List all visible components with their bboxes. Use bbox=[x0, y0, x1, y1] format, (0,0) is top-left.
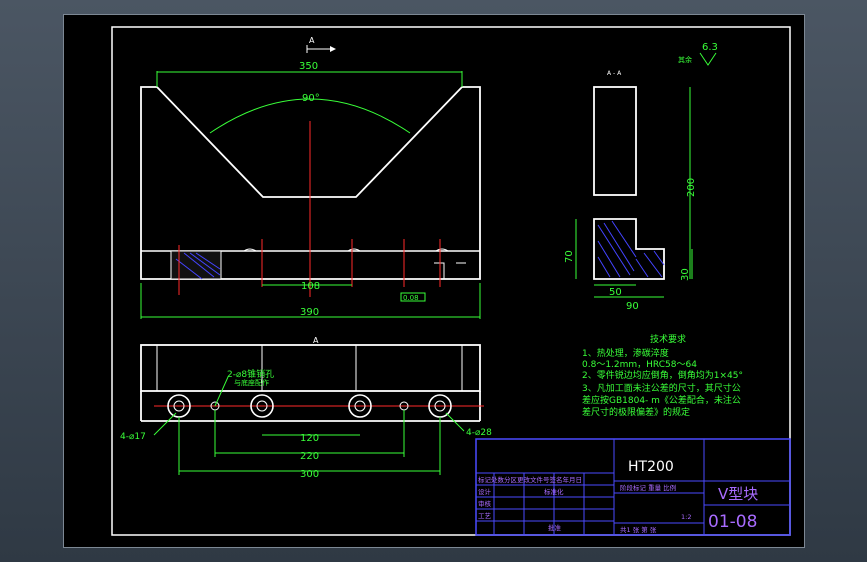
top-view-outline bbox=[140, 344, 481, 392]
tech-line: 2、零件锐边均应倒角，倒角均为1×45° bbox=[582, 369, 743, 381]
section-view-label: A - A bbox=[607, 70, 622, 77]
part-name: V型块 bbox=[718, 485, 758, 503]
tech-line: 差尺寸的极限偏差》的规定 bbox=[582, 406, 690, 418]
section-profile bbox=[593, 218, 665, 280]
top-view: A 2-⌀8锥销孔 与底座配作 4-⌀17 4-⌀28 120 220 300 bbox=[120, 336, 492, 480]
material: HT200 bbox=[628, 459, 674, 475]
hole-label-17: 4-⌀17 bbox=[120, 432, 146, 442]
drawing-sheet: A 350 90° 108 0.08 390 A - A 200 70 30 5 bbox=[111, 26, 791, 536]
dim-section-height: 200 bbox=[686, 178, 697, 197]
section-mark-bottom: A bbox=[313, 336, 319, 345]
roughness-value: 6.3 bbox=[702, 42, 718, 53]
title-block: HT200 V型块 01-08 1:2 标记处数分区更改文件号签名年月日 设计 … bbox=[475, 438, 791, 536]
dim-300: 300 bbox=[300, 469, 319, 480]
tech-line: 0.8～1.2mm，HRC58～64 bbox=[582, 360, 697, 370]
dim-section-50: 50 bbox=[609, 287, 622, 298]
dim-section-foot: 30 bbox=[680, 268, 691, 281]
section-view: A - A 200 70 30 50 90 bbox=[564, 70, 697, 312]
dim-section-90: 90 bbox=[626, 301, 639, 312]
tb-header: 标记处数分区更改文件号签名年月日 bbox=[478, 475, 582, 484]
dim-top-width: 350 bbox=[299, 61, 318, 72]
tech-line: 差应按GB1804- m《公差配合，未注公 bbox=[582, 394, 741, 406]
scale: 1:2 bbox=[681, 513, 691, 521]
dim-slot: 108 bbox=[301, 281, 320, 292]
tb-process: 工艺 bbox=[478, 512, 492, 520]
dim-section-lower: 70 bbox=[564, 250, 575, 263]
drawing-number: 01-08 bbox=[708, 512, 757, 532]
hole-label-28: 4-⌀28 bbox=[466, 428, 492, 438]
tb-sheet: 共1 张 第 张 bbox=[620, 525, 657, 534]
section-mark-top: A bbox=[309, 36, 315, 45]
dim-overall: 390 bbox=[300, 307, 319, 318]
dim-120: 120 bbox=[300, 433, 319, 444]
front-view: A 350 90° 108 0.08 390 bbox=[140, 36, 481, 319]
tech-line: 1、热处理，渗碳淬度 bbox=[582, 347, 669, 359]
tb-stage: 阶段标记 重量 比例 bbox=[620, 483, 676, 492]
tech-heading: 技术要求 bbox=[650, 333, 686, 345]
hole-label-note: 与底座配作 bbox=[234, 378, 269, 387]
tech-line: 3、凡加工面未注公差的尺寸，其尺寸公 bbox=[582, 382, 741, 394]
dim-angle: 90° bbox=[302, 93, 320, 104]
roughness-prefix: 其余 bbox=[678, 55, 692, 64]
flatness-tolerance: 0.08 bbox=[403, 294, 419, 302]
tb-design: 设计 bbox=[478, 487, 492, 496]
tb-approve: 批准 bbox=[548, 523, 562, 532]
cad-viewport[interactable]: A 350 90° 108 0.08 390 A - A 200 70 30 5 bbox=[63, 14, 805, 548]
dim-220: 220 bbox=[300, 451, 319, 462]
tb-check: 审核 bbox=[478, 499, 492, 508]
tb-std: 标准化 bbox=[544, 487, 564, 496]
technical-requirements: 技术要求 1、热处理，渗碳淬度 0.8～1.2mm，HRC58～64 2、零件锐… bbox=[582, 333, 743, 418]
